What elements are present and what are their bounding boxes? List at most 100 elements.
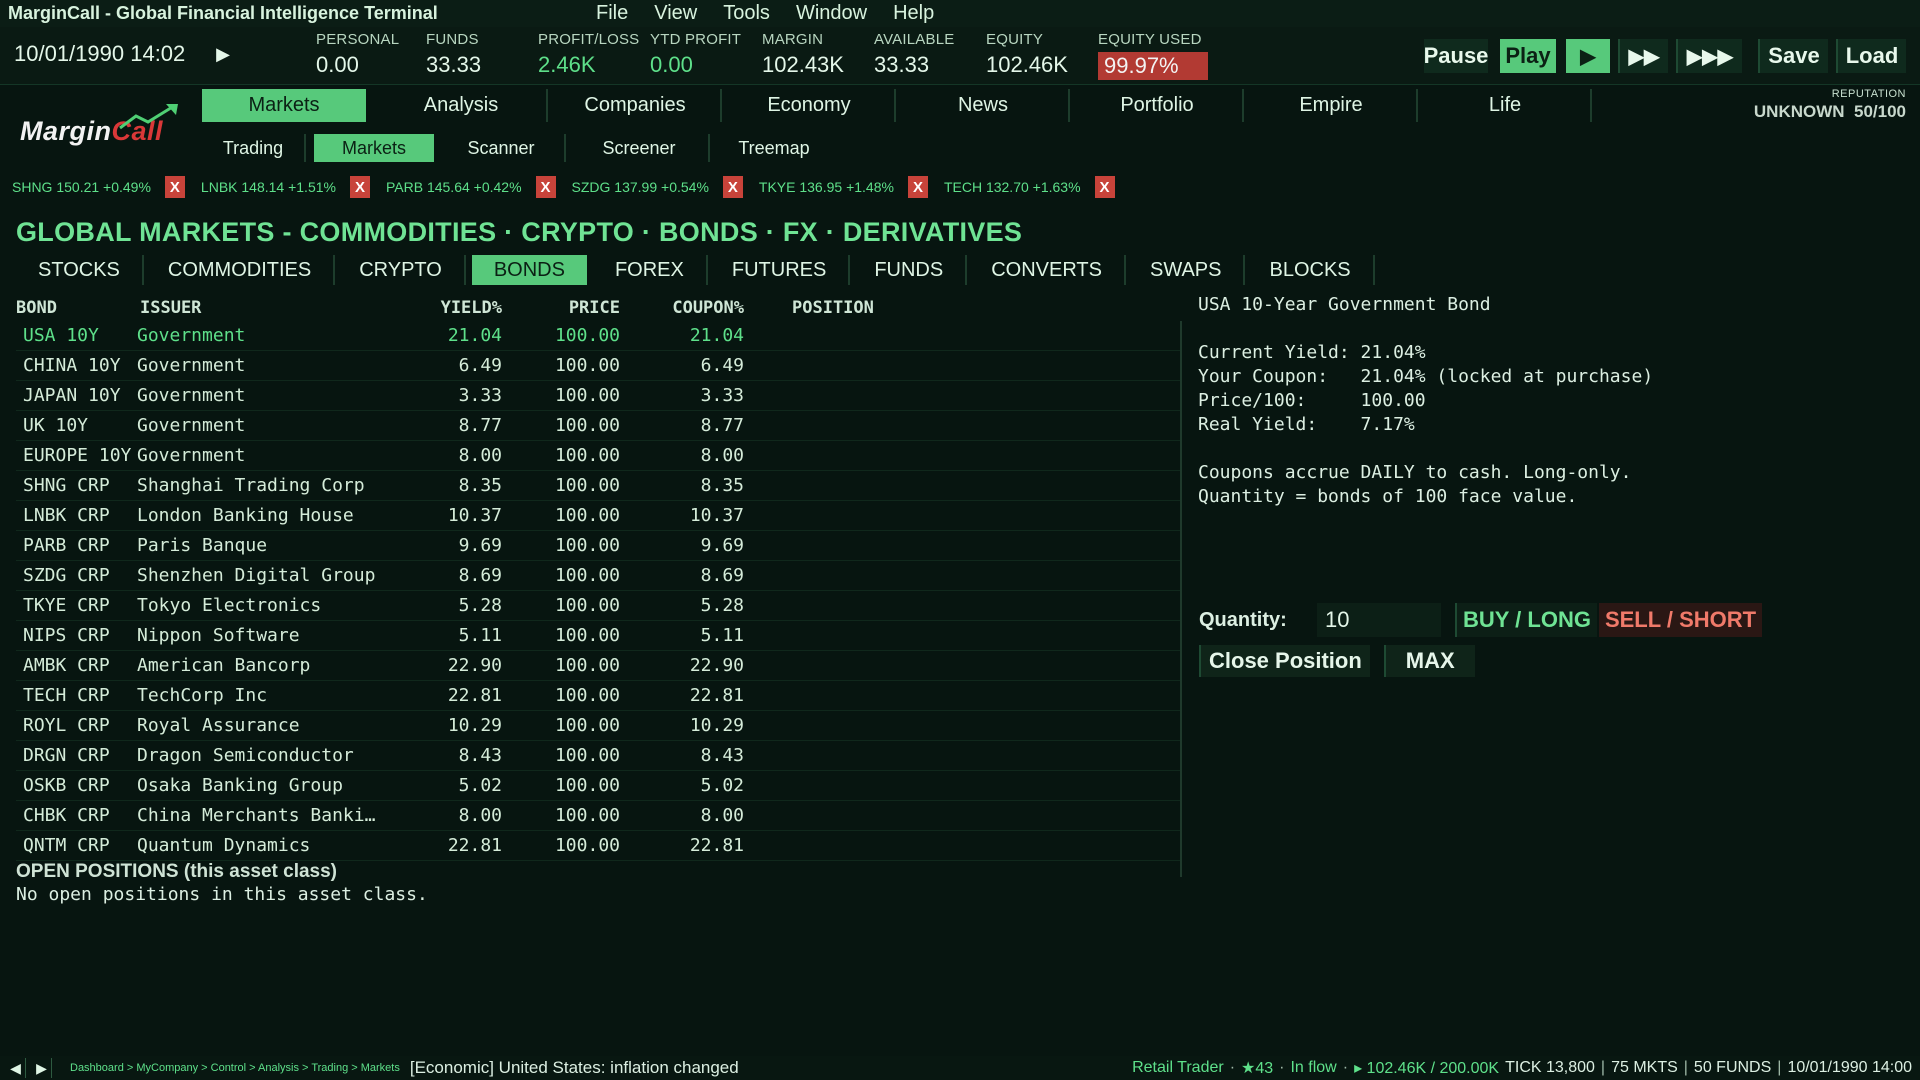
table-row[interactable]: AMBK CRP American Bancorp 22.90 100.00 22.90 <box>16 651 1180 681</box>
tab-analysis[interactable]: Analysis <box>376 89 548 122</box>
asset-tab-forex[interactable]: FOREX <box>593 255 708 285</box>
asset-tab-stocks[interactable]: STOCKS <box>16 255 144 285</box>
watchlist-bar: SHNG 150.21 +0.49% X LNBK 148.14 +1.51% … <box>0 175 1119 199</box>
speed-1-button[interactable]: ▶ <box>1566 39 1610 73</box>
table-row[interactable]: EUROPE 10Y Government 8.00 100.00 8.00 <box>16 441 1180 471</box>
watch-quote[interactable]: PARB 145.64 +0.42% <box>386 179 522 195</box>
subtab-trading[interactable]: Trading <box>202 134 306 162</box>
watch-quote[interactable]: SZDG 137.99 +0.54% <box>572 179 709 195</box>
table-row[interactable]: LNBK CRP London Banking House 10.37 100.00 1… <box>16 501 1180 531</box>
pause-button[interactable]: Pause <box>1424 39 1488 73</box>
menu-file[interactable]: File <box>596 2 628 25</box>
sell-short-button[interactable]: SELL / SHORT <box>1598 603 1763 637</box>
remove-watch-button[interactable]: X <box>349 176 370 198</box>
watch-quote[interactable]: TECH 132.70 +1.63% <box>944 179 1081 195</box>
tab-companies[interactable]: Companies <box>550 89 722 122</box>
asset-tab-funds[interactable]: FUNDS <box>852 255 968 285</box>
table-row[interactable]: SZDG CRP Shenzhen Digital Group 8.69 100.00… <box>16 561 1180 591</box>
table-row[interactable]: ROYL CRP Royal Assurance 10.29 100.00 10.29 <box>16 711 1180 741</box>
cell-bond: LNBK CRP <box>23 505 110 526</box>
play-button[interactable]: Play <box>1500 39 1556 73</box>
cell-yield: 5.28 <box>458 595 502 616</box>
cell-price: 100.00 <box>554 475 620 496</box>
col-position[interactable]: POSITION <box>744 298 944 318</box>
menu-help[interactable]: Help <box>893 2 934 25</box>
asset-class-tabs: STOCKS COMMODITIES CRYPTO BONDS FOREX FU… <box>16 255 1377 285</box>
table-row[interactable]: USA 10Y Government 21.04 100.00 21.04 <box>16 321 1180 351</box>
remove-watch-button[interactable]: X <box>1094 176 1115 198</box>
speed-3-button[interactable]: ▶▶▶ <box>1676 39 1742 73</box>
tab-economy[interactable]: Economy <box>724 89 896 122</box>
asset-tab-bonds[interactable]: BONDS <box>471 255 587 285</box>
forward-arrow-icon[interactable]: ▶ <box>32 1058 52 1078</box>
cell-price: 100.00 <box>554 775 620 796</box>
load-button[interactable]: Load <box>1836 39 1906 73</box>
table-body[interactable]: USA 10Y Government 21.04 100.00 21.04 CHINA 1… <box>16 321 1182 877</box>
max-button[interactable]: MAX <box>1383 645 1475 677</box>
cell-yield: 8.35 <box>458 475 502 496</box>
table-row[interactable]: TKYE CRP Tokyo Electronics 5.28 100.00 5.28 <box>16 591 1180 621</box>
play-icon[interactable]: ▶ <box>214 43 232 65</box>
cell-bond: SZDG CRP <box>23 565 110 586</box>
breadcrumb[interactable]: Dashboard > MyCompany > Control > Analys… <box>70 1062 400 1074</box>
table-row[interactable]: QNTM CRP Quantum Dynamics 22.81 100.00 22.81 <box>16 831 1180 861</box>
stat-value: 33.33 <box>426 52 482 77</box>
back-arrow-icon[interactable]: ◀ <box>6 1058 26 1078</box>
table-row[interactable]: CHBK CRP China Merchants Banki… 8.00 100.00… <box>16 801 1180 831</box>
asset-tab-swaps[interactable]: SWAPS <box>1128 255 1246 285</box>
table-row[interactable]: DRGN CRP Dragon Semiconductor 8.43 100.00 8.… <box>16 741 1180 771</box>
asset-tab-converts[interactable]: CONVERTS <box>969 255 1126 285</box>
col-yield[interactable]: YIELD% <box>394 298 502 318</box>
menu-window[interactable]: Window <box>796 2 867 25</box>
tab-portfolio[interactable]: Portfolio <box>1072 89 1244 122</box>
table-row[interactable]: SHNG CRP Shanghai Trading Corp 8.35 100.00 8… <box>16 471 1180 501</box>
remove-watch-button[interactable]: X <box>907 176 928 198</box>
col-price[interactable]: PRICE <box>502 298 620 318</box>
subtab-screener[interactable]: Screener <box>570 134 710 162</box>
remove-watch-button[interactable]: X <box>164 176 185 198</box>
cell-bond: TECH CRP <box>23 685 110 706</box>
remove-watch-button[interactable]: X <box>535 176 556 198</box>
close-position-button[interactable]: Close Position <box>1199 645 1370 677</box>
asset-tab-blocks[interactable]: BLOCKS <box>1247 255 1375 285</box>
cell-issuer: Government <box>137 385 246 406</box>
watch-quote[interactable]: LNBK 148.14 +1.51% <box>201 179 336 195</box>
buy-long-button[interactable]: BUY / LONG <box>1455 603 1597 637</box>
tab-life[interactable]: Life <box>1420 89 1592 122</box>
cell-coupon: 22.81 <box>689 685 744 706</box>
asset-tab-crypto[interactable]: CRYPTO <box>337 255 466 285</box>
star-count: ★43 <box>1241 1060 1274 1077</box>
cell-bond: CHINA 10Y <box>23 355 121 376</box>
asset-tab-commodities[interactable]: COMMODITIES <box>146 255 336 285</box>
col-coupon[interactable]: COUPON% <box>620 298 744 318</box>
save-button[interactable]: Save <box>1758 39 1828 73</box>
col-bond[interactable]: BOND <box>16 298 137 318</box>
speed-2-button[interactable]: ▶▶ <box>1618 39 1668 73</box>
remove-watch-button[interactable]: X <box>722 176 743 198</box>
col-issuer[interactable]: ISSUER <box>137 298 394 318</box>
table-row[interactable]: NIPS CRP Nippon Software 5.11 100.00 5.11 <box>16 621 1180 651</box>
menu-tools[interactable]: Tools <box>723 2 770 25</box>
watch-quote[interactable]: TKYE 136.95 +1.48% <box>759 179 894 195</box>
table-row[interactable]: TECH CRP TechCorp Inc 22.81 100.00 22.81 <box>16 681 1180 711</box>
subtab-scanner[interactable]: Scanner <box>438 134 566 162</box>
tab-empire[interactable]: Empire <box>1246 89 1418 122</box>
table-row[interactable]: JAPAN 10Y Government 3.33 100.00 3.33 <box>16 381 1180 411</box>
tab-markets[interactable]: Markets <box>202 89 366 122</box>
table-row[interactable]: OSKB CRP Osaka Banking Group 5.02 100.00 5.0… <box>16 771 1180 801</box>
subtab-markets[interactable]: Markets <box>314 134 434 162</box>
quantity-input[interactable] <box>1317 603 1441 637</box>
cell-bond: CHBK CRP <box>23 805 110 826</box>
asset-tab-futures[interactable]: FUTURES <box>710 255 851 285</box>
tab-news[interactable]: News <box>898 89 1070 122</box>
table-row[interactable]: PARB CRP Paris Banque 9.69 100.00 9.69 <box>16 531 1180 561</box>
news-ticker[interactable]: [Economic] United States: inflation chan… <box>410 1058 739 1078</box>
bond-detail-line: Coupons accrue DAILY to cash. Long-only. <box>1198 462 1632 483</box>
table-row[interactable]: UK 10Y Government 8.77 100.00 8.77 <box>16 411 1180 441</box>
watch-item: LNBK 148.14 +1.51% X <box>201 176 370 198</box>
watch-quote[interactable]: SHNG 150.21 +0.49% <box>12 179 151 195</box>
menu-view[interactable]: View <box>654 2 697 25</box>
table-row[interactable]: CHINA 10Y Government 6.49 100.00 6.49 <box>16 351 1180 381</box>
subtab-treemap[interactable]: Treemap <box>714 134 834 162</box>
status-summary: Retail Trader · ★43 · In flow · ▸ 102.46… <box>1132 1059 1912 1077</box>
